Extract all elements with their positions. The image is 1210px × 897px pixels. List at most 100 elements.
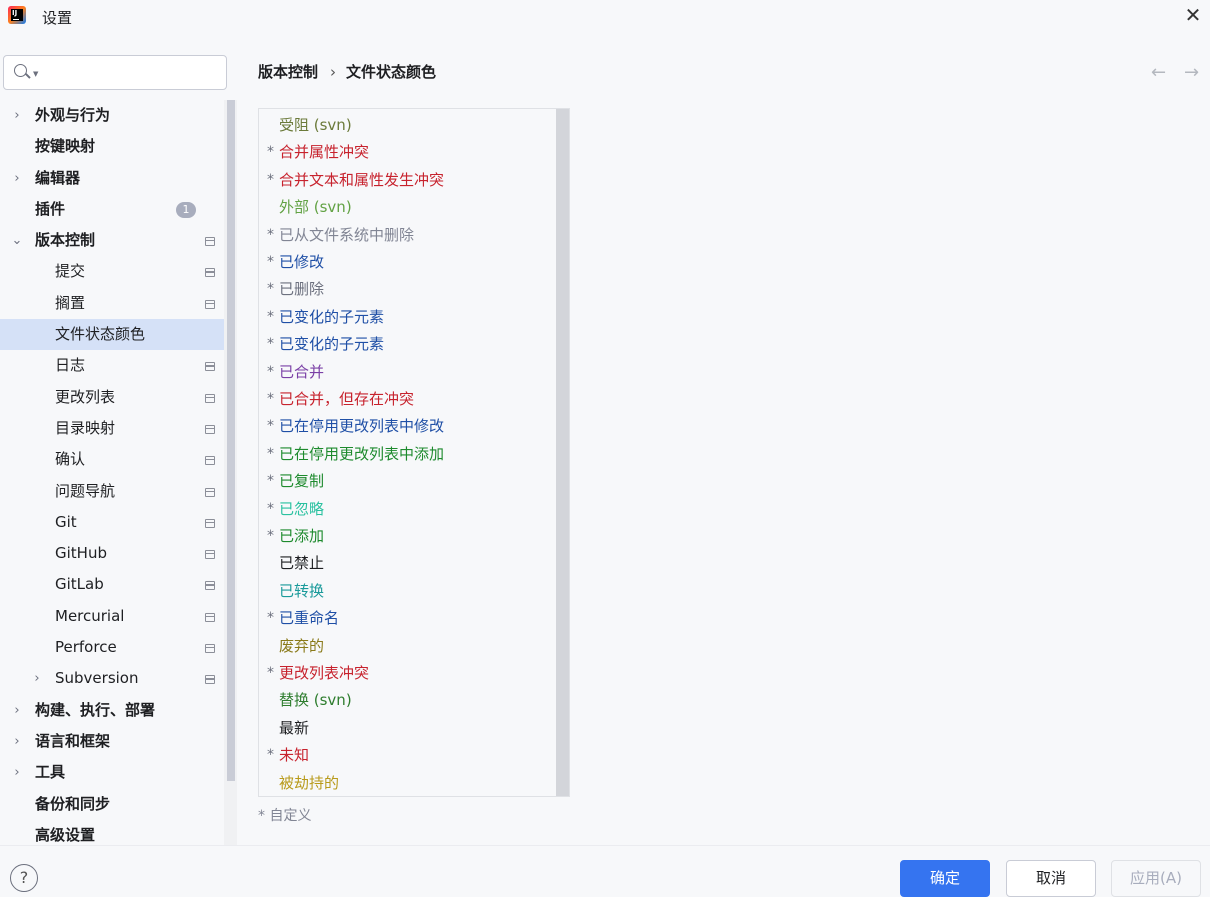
file-status-item[interactable]: 已禁止 xyxy=(259,550,555,576)
file-status-item[interactable]: * 已合并，但存在冲突 xyxy=(259,386,555,412)
sidebar-item[interactable]: › Subversion xyxy=(0,663,224,694)
sidebar-item[interactable]: 按键映射 xyxy=(0,131,224,162)
file-status-item[interactable]: * 合并文本和属性发生冲突 xyxy=(259,167,555,193)
sidebar-item[interactable]: 更改列表 xyxy=(0,382,224,413)
file-status-label: 已变化的子元素 xyxy=(279,307,385,326)
project-level-icon xyxy=(205,299,215,309)
sidebar-item[interactable]: › 外观与行为 xyxy=(0,100,224,131)
file-status-item[interactable]: * 已复制 xyxy=(259,468,555,494)
sidebar-item[interactable]: Mercurial xyxy=(0,601,224,632)
sidebar-item[interactable]: GitHub xyxy=(0,538,224,569)
sidebar-item[interactable]: ⌄ 版本控制 xyxy=(0,225,224,256)
custom-marker: * xyxy=(267,500,274,517)
sidebar-item[interactable]: › 编辑器 xyxy=(0,163,224,194)
file-status-label: 已忽略 xyxy=(279,499,325,518)
sidebar-item[interactable]: 搁置 xyxy=(0,288,224,319)
custom-marker: * xyxy=(267,171,274,188)
file-status-item[interactable]: * 已合并 xyxy=(259,359,555,385)
color-list-scrollbar[interactable] xyxy=(556,109,569,796)
sidebar-item-label: GitHub xyxy=(55,544,107,563)
sidebar-item-label: Git xyxy=(55,512,77,531)
ok-button[interactable]: 确定 xyxy=(900,860,990,897)
file-status-label: 未知 xyxy=(279,746,310,765)
sidebar-item-label: Mercurial xyxy=(55,606,125,625)
file-status-item[interactable]: 替换 (svn) xyxy=(259,687,555,713)
chevron-right-icon[interactable]: › xyxy=(10,757,24,788)
chevron-right-icon[interactable]: › xyxy=(10,695,24,726)
custom-marker: * xyxy=(267,445,274,462)
file-status-label: 已从文件系统中删除 xyxy=(279,225,415,244)
project-level-icon xyxy=(205,675,215,685)
chevron-down-icon[interactable]: ⌄ xyxy=(10,225,24,256)
sidebar-item[interactable]: 备份和同步 xyxy=(0,789,224,820)
sidebar-item[interactable]: 目录映射 xyxy=(0,413,224,444)
chevron-right-icon[interactable]: › xyxy=(30,663,44,694)
file-status-item[interactable]: * 已删除 xyxy=(259,276,555,302)
custom-marker: * xyxy=(267,473,274,490)
sidebar-item[interactable]: 问题导航 xyxy=(0,476,224,507)
help-icon[interactable]: ? xyxy=(10,864,38,892)
sidebar-item[interactable]: 提交 xyxy=(0,256,224,287)
sidebar-item[interactable]: Git xyxy=(0,507,224,538)
sidebar-item[interactable]: 插件 1 xyxy=(0,194,224,225)
file-status-item[interactable]: * 已添加 xyxy=(259,523,555,549)
file-status-color-list[interactable]: 受阻 (svn) * 合并属性冲突 * 合并文本和属性发生冲突 外部 (svn) * 已从文件… xyxy=(258,108,570,797)
search-options-caret-icon[interactable]: ▼ xyxy=(33,70,38,78)
file-status-label: 已变化的子元素 xyxy=(279,335,385,354)
sidebar-item-label: GitLab xyxy=(55,575,104,594)
sidebar-item[interactable]: 确认 xyxy=(0,444,224,475)
sidebar-item[interactable]: › 工具 xyxy=(0,757,224,788)
custom-marker: * xyxy=(267,308,274,325)
file-status-item[interactable]: * 已在停用更改列表中修改 xyxy=(259,413,555,439)
project-level-icon xyxy=(205,550,215,560)
file-status-item[interactable]: * 已变化的子元素 xyxy=(259,331,555,357)
custom-marker: * xyxy=(267,144,274,161)
chevron-right-icon[interactable]: › xyxy=(10,100,24,131)
sidebar-item[interactable]: Perforce xyxy=(0,632,224,663)
file-status-item[interactable]: 已转换 xyxy=(259,578,555,604)
sidebar-scrollbar-thumb[interactable] xyxy=(227,100,235,781)
sidebar-item[interactable]: › 语言和框架 xyxy=(0,726,224,757)
file-status-label: 更改列表冲突 xyxy=(279,664,370,682)
file-status-item[interactable]: * 更改列表冲突 xyxy=(259,660,555,686)
sidebar-item[interactable]: › 构建、执行、部署 xyxy=(0,695,224,726)
sidebar-item-label: 提交 xyxy=(55,262,86,281)
close-icon[interactable]: ✕ xyxy=(1182,5,1204,27)
chevron-right-icon[interactable]: › xyxy=(10,726,24,757)
breadcrumb-parent[interactable]: 版本控制 xyxy=(258,63,318,81)
sidebar-item[interactable]: GitLab xyxy=(0,569,224,600)
file-status-item[interactable]: * 已从文件系统中删除 xyxy=(259,222,555,248)
window-title: 设置 xyxy=(42,9,73,27)
settings-main-panel: 版本控制 › 文件状态颜色 ← → 受阻 (svn) * 合并属性冲突 * 合并文本和属性发… xyxy=(237,42,1210,845)
project-level-icon xyxy=(205,518,215,528)
file-status-label: 已添加 xyxy=(279,527,325,545)
project-level-icon xyxy=(205,644,215,654)
file-status-item[interactable]: * 已忽略 xyxy=(259,496,555,522)
sidebar-item[interactable]: 日志 xyxy=(0,350,224,381)
file-status-item[interactable]: 受阻 (svn) xyxy=(259,112,555,138)
forward-arrow-icon[interactable]: → xyxy=(1184,62,1199,83)
file-status-item[interactable]: 被劫持的 xyxy=(259,770,555,796)
file-status-item[interactable]: * 已在停用更改列表中添加 xyxy=(259,441,555,467)
file-status-item[interactable]: 外部 (svn) xyxy=(259,194,555,220)
sidebar-item-label: 更改列表 xyxy=(55,387,116,406)
sidebar-item-label: 工具 xyxy=(35,763,66,782)
file-status-item[interactable]: 最新 xyxy=(259,715,555,741)
sidebar-item[interactable]: 文件状态颜色 xyxy=(0,319,237,351)
search-input[interactable]: ▼ xyxy=(3,55,227,90)
file-status-label: 合并文本和属性发生冲突 xyxy=(279,170,445,189)
cancel-button[interactable]: 取消 xyxy=(1006,860,1096,897)
back-arrow-icon[interactable]: ← xyxy=(1151,62,1166,83)
file-status-item[interactable]: * 已修改 xyxy=(259,249,555,275)
apply-button[interactable]: 应用(A) xyxy=(1111,860,1201,897)
project-level-icon xyxy=(205,456,215,466)
title-bar: IJ 设置 ✕ xyxy=(0,0,1210,34)
search-icon xyxy=(14,64,27,77)
custom-marker: * xyxy=(267,336,274,353)
file-status-item[interactable]: * 合并属性冲突 xyxy=(259,139,555,165)
file-status-item[interactable]: 废弃的 xyxy=(259,633,555,659)
file-status-item[interactable]: * 已变化的子元素 xyxy=(259,304,555,330)
chevron-right-icon[interactable]: › xyxy=(10,163,24,194)
file-status-item[interactable]: * 已重命名 xyxy=(259,605,555,631)
file-status-item[interactable]: * 未知 xyxy=(259,742,555,768)
